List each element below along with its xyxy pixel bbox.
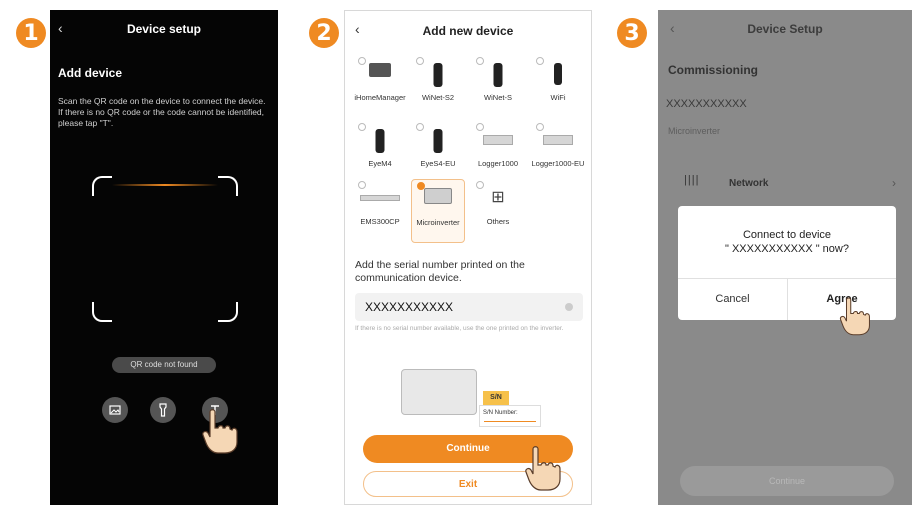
chevron-right-icon: › [892, 176, 896, 190]
home-manager-icon [369, 63, 391, 77]
pointing-hand-icon [839, 297, 870, 336]
device-type: Microinverter [668, 126, 721, 136]
sn-card: S/N Number: [479, 405, 541, 427]
serial-instructions: Add the serial number printed on the com… [355, 259, 525, 284]
pointing-hand-icon [202, 409, 238, 454]
wifi-dongle-icon [554, 63, 562, 85]
device-option[interactable]: iHomeManager [353, 55, 407, 119]
device-option[interactable]: Logger1000-EU [531, 121, 585, 185]
device-option[interactable]: WiNet-S2 [411, 55, 465, 119]
sn-tag: S/N [483, 391, 509, 405]
device-option[interactable]: ⊞ Others [471, 179, 525, 243]
phone-screen-add-new-device: ‹ Add new device iHomeManager WiNet-S2 W… [344, 10, 592, 505]
step-badge-3: 3 [617, 18, 647, 48]
section-title: Commissioning [668, 63, 759, 77]
setup-guide: 1 2 3 ‹ Device setup Add device Scan the… [0, 0, 915, 505]
phone-screen-device-setup: ‹ Device setup Add device Scan the QR co… [50, 10, 278, 505]
clear-icon[interactable] [565, 303, 573, 311]
ems-icon [360, 195, 400, 201]
device-option-selected[interactable]: Microinverter [411, 179, 465, 243]
scan-instructions: Scan the QR code on the device to connec… [58, 96, 266, 128]
network-row[interactable]: |||| Network › [684, 174, 902, 194]
device-serial: XXXXXXXXXXX [666, 98, 747, 110]
network-label: Network [729, 178, 769, 189]
page-title: Device setup [126, 22, 202, 36]
add-device-heading: Add device [58, 66, 123, 80]
continue-button[interactable]: Continue [680, 466, 894, 496]
flashlight-icon[interactable] [150, 397, 176, 423]
step-badge-2: 2 [309, 18, 339, 48]
scan-line [112, 184, 218, 186]
winet-icon [433, 63, 443, 87]
device-option[interactable]: Logger1000 [471, 121, 525, 185]
cancel-button[interactable]: Cancel [678, 278, 787, 320]
signal-icon: |||| [684, 174, 700, 186]
phone-screen-commissioning: ‹ Device Setup Commissioning XXXXXXXXXXX… [658, 10, 912, 505]
logger-icon [543, 135, 573, 145]
device-option[interactable]: WiFi [531, 55, 585, 119]
logger-icon [483, 135, 513, 145]
device-illustration: S/N S/N Number: [387, 351, 547, 427]
eye-icon [375, 129, 385, 153]
serial-number-input[interactable]: XXXXXXXXXXX [355, 293, 583, 321]
grid-icon: ⊞ [491, 189, 505, 206]
winet-icon [493, 63, 503, 87]
page-title: Add new device [422, 24, 514, 38]
microinverter-icon [424, 188, 452, 204]
page-title: Device Setup [747, 22, 823, 36]
step-badge-1: 1 [16, 18, 46, 48]
serial-hint: If there is no serial number available, … [355, 325, 564, 332]
image-icon[interactable] [102, 397, 128, 423]
device-option[interactable]: WiNet-S [471, 55, 525, 119]
qr-scan-frame [92, 176, 238, 322]
device-option[interactable]: EyeM4 [353, 121, 407, 185]
pointing-hand-icon [525, 446, 561, 491]
device-option[interactable]: EMS300CP [353, 179, 407, 243]
dialog-message: Connect to device " XXXXXXXXXXX " now? [725, 229, 849, 255]
eye-icon [433, 129, 443, 153]
device-option[interactable]: EyeS4-EU [411, 121, 465, 185]
serial-number-value: XXXXXXXXXXX [365, 300, 454, 314]
qr-not-found-badge: QR code not found [112, 357, 216, 373]
